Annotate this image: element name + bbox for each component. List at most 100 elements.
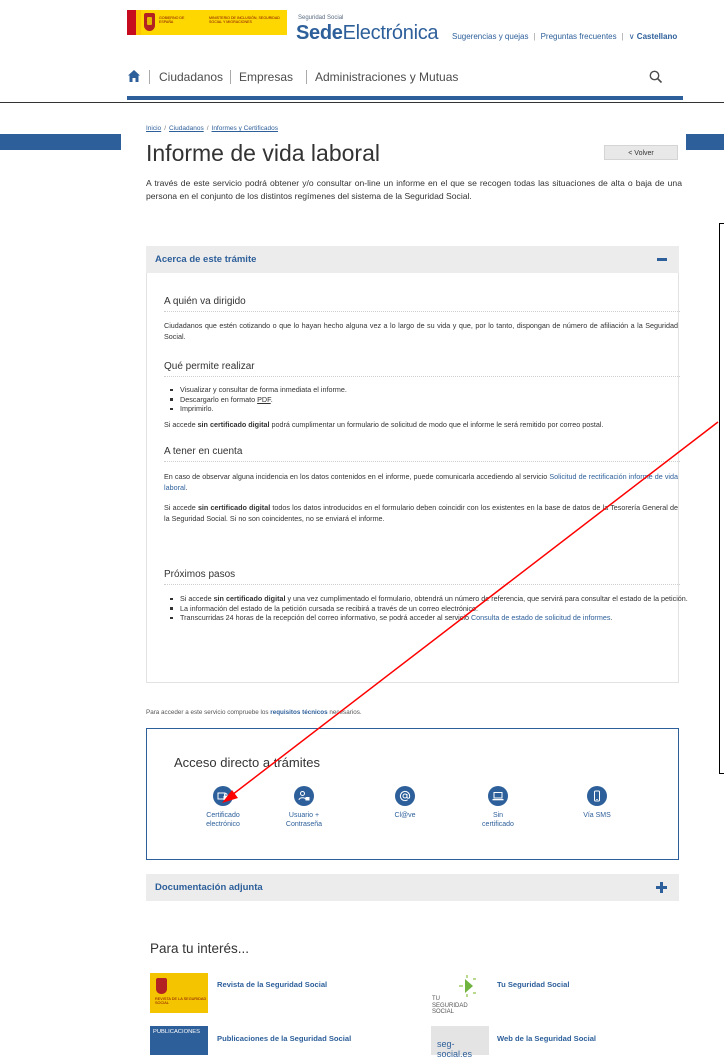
- list-item-bold: sin certificado digital: [213, 594, 286, 603]
- list-item-text: y una vez cumplimentado el formulario, o…: [285, 594, 688, 603]
- option-label-line1: Cl@ve: [394, 812, 416, 819]
- home-icon[interactable]: [127, 69, 141, 83]
- note-text: podrá cumplimentar un formulario de soli…: [269, 420, 604, 429]
- publicaciones-logo[interactable]: PUBLICACIONES: [150, 1026, 208, 1055]
- main-nav: Ciudadanos Empresas Administraciones y M…: [127, 62, 683, 96]
- sede-logo[interactable]: SedeElectrónica: [296, 22, 439, 45]
- list-item-text: La información del estado de la petición…: [180, 603, 479, 613]
- page-title: Informe de vida laboral: [146, 140, 380, 166]
- web-seguridad-logo[interactable]: seg-social.es: [431, 1026, 489, 1059]
- allows-list: Visualizar y consultar de forma inmediat…: [164, 385, 688, 414]
- tu-seguridad-logo-text: TU SEGURIDAD SOCIAL: [432, 996, 489, 1016]
- list-item: Visualizar y consultar de forma inmediat…: [170, 385, 688, 395]
- coat-of-arms-icon: [144, 13, 155, 31]
- breadcrumb-separator: /: [164, 125, 166, 132]
- access-option-certificate[interactable]: Certificado electrónico: [188, 786, 258, 829]
- interest-title: Para tu interés...: [150, 941, 250, 956]
- chevron-down-icon: ∨: [628, 32, 635, 41]
- breadcrumb-separator: /: [206, 125, 209, 132]
- about-accordion-title: Acerca de este trámite: [155, 254, 257, 265]
- option-label: Vía SMS: [562, 812, 632, 821]
- top-links: Sugerencias y quejas | Preguntas frecuente…: [452, 32, 677, 41]
- note-text: Si accede: [164, 420, 198, 429]
- seguridad-social-text: SEGURIDAD SOCIAL: [432, 1002, 468, 1016]
- web-seguridad-link[interactable]: Web de la Seguridad Social: [497, 1034, 596, 1043]
- list-item: Imprimirlo.: [170, 404, 688, 414]
- side-band-right: [686, 134, 724, 150]
- laptop-icon: [488, 786, 508, 806]
- flag-yellow-stripe: [136, 10, 141, 35]
- option-label: Certificado electrónico: [188, 812, 258, 829]
- documentation-accordion-header[interactable]: Documentación adjunta: [146, 874, 679, 901]
- search-icon[interactable]: [649, 70, 663, 84]
- nav-underline: [127, 96, 683, 100]
- user-lock-icon: [294, 786, 314, 806]
- access-option-clave[interactable]: Cl@ve: [370, 786, 440, 821]
- suggestions-link[interactable]: Sugerencias y quejas: [452, 32, 529, 41]
- header-divider: [0, 102, 724, 103]
- back-button[interactable]: < Volver: [604, 145, 678, 160]
- tu-seguridad-link[interactable]: Tu Seguridad Social: [497, 980, 569, 989]
- publicaciones-link[interactable]: Publicaciones de la Seguridad Social: [217, 1034, 351, 1043]
- nav-item-ciudadanos[interactable]: Ciudadanos: [159, 70, 223, 84]
- government-logo[interactable]: GOBIERNO DE ESPAÑA MINISTERIO DE INCLUSI…: [127, 10, 287, 35]
- collapse-minus-icon[interactable]: [657, 258, 667, 261]
- intro-text: A través de este servicio podrá obtener …: [146, 178, 682, 201]
- status-query-link[interactable]: Consulta de estado de solicitud de infor…: [471, 613, 610, 622]
- option-label-line1: Usuario +: [288, 812, 320, 819]
- breadcrumb: Inicio / Ciudadanos / Informes y Certificado…: [146, 125, 278, 132]
- separator: |: [621, 32, 624, 41]
- revista-link[interactable]: Revista de la Seguridad Social: [217, 980, 327, 989]
- web-logo-text: seg-social.es: [437, 1039, 473, 1059]
- nav-separator: [230, 70, 231, 84]
- nav-item-administraciones[interactable]: Administraciones y Mutuas: [315, 70, 458, 84]
- sede-subtitle: Seguridad Social: [298, 15, 344, 21]
- consider-text-1: En caso de observar alguna incidencia en…: [164, 472, 679, 492]
- faq-link[interactable]: Preguntas frecuentes: [541, 32, 617, 41]
- tu-seguridad-logo[interactable]: TU SEGURIDAD SOCIAL: [431, 973, 489, 1016]
- list-item: Transcurridas 24 horas de la recepción d…: [170, 613, 688, 623]
- breadcrumb-ciudadanos[interactable]: Ciudadanos: [169, 125, 204, 132]
- allows-note: Si accede sin certificado digital podrá …: [164, 420, 678, 431]
- revista-logo[interactable]: REVISTA DE LA SEGURIDAD SOCIAL: [150, 973, 208, 1013]
- option-label-line1: Vía SMS: [583, 812, 611, 819]
- direct-access-title: Acceso directo a trámites: [174, 755, 320, 770]
- tu-seguridad-burst-icon: [459, 975, 476, 997]
- expand-plus-icon[interactable]: [656, 882, 667, 893]
- about-accordion-header[interactable]: Acerca de este trámite: [146, 246, 679, 273]
- consider-bold: sin certificado digital: [197, 503, 271, 512]
- option-label-line2: Contraseña: [285, 820, 323, 828]
- nav-item-empresas[interactable]: Empresas: [239, 70, 293, 84]
- nav-separator: [306, 70, 307, 84]
- side-band-left: [0, 134, 121, 150]
- option-label-line1: Sin: [492, 812, 504, 819]
- tu-text: TU: [432, 996, 440, 1002]
- access-option-no-certificate[interactable]: Sin certificado: [463, 786, 533, 829]
- breadcrumb-inicio[interactable]: Inicio: [146, 125, 161, 132]
- option-label: Sin certificado: [463, 812, 533, 829]
- option-label-line2: certificado: [482, 820, 514, 828]
- revista-logo-text: REVISTA DE LA SEGURIDAD SOCIAL: [155, 997, 207, 1006]
- list-item-text: Descargarlo en formato: [180, 394, 258, 404]
- list-item-text: Visualizar y consultar de forma inmediat…: [180, 385, 347, 394]
- access-option-user-password[interactable]: Usuario + Contraseña: [269, 786, 339, 829]
- list-item: La información del estado de la petición…: [170, 603, 688, 614]
- requirements-text: Para acceder a este servicio compruebe l…: [146, 709, 362, 716]
- option-label: Usuario + Contraseña: [269, 812, 339, 829]
- breadcrumb-informes[interactable]: Informes y Certificados: [212, 125, 278, 132]
- consider-text: Si accede: [164, 503, 198, 512]
- sede-bold-text: Sede: [296, 22, 343, 44]
- section-title-target: A quién va dirigido: [164, 296, 680, 312]
- language-selector[interactable]: Castellano: [637, 32, 677, 41]
- option-label: Cl@ve: [370, 812, 440, 821]
- requirements-post: necesarios.: [327, 709, 362, 716]
- gov-logo-text-1: GOBIERNO DE ESPAÑA: [159, 16, 185, 24]
- access-option-sms[interactable]: Vía SMS: [562, 786, 632, 821]
- note-bold: sin certificado digital: [197, 420, 270, 429]
- option-label-line2: electrónico: [206, 820, 240, 828]
- pdf-link[interactable]: PDF: [257, 395, 271, 404]
- requirements-link[interactable]: requisitos técnicos: [270, 709, 327, 716]
- section-title-next-steps: Próximos pasos: [164, 569, 680, 585]
- list-item-text: Si accede: [180, 594, 214, 603]
- option-label-line1: Certificado: [206, 812, 240, 819]
